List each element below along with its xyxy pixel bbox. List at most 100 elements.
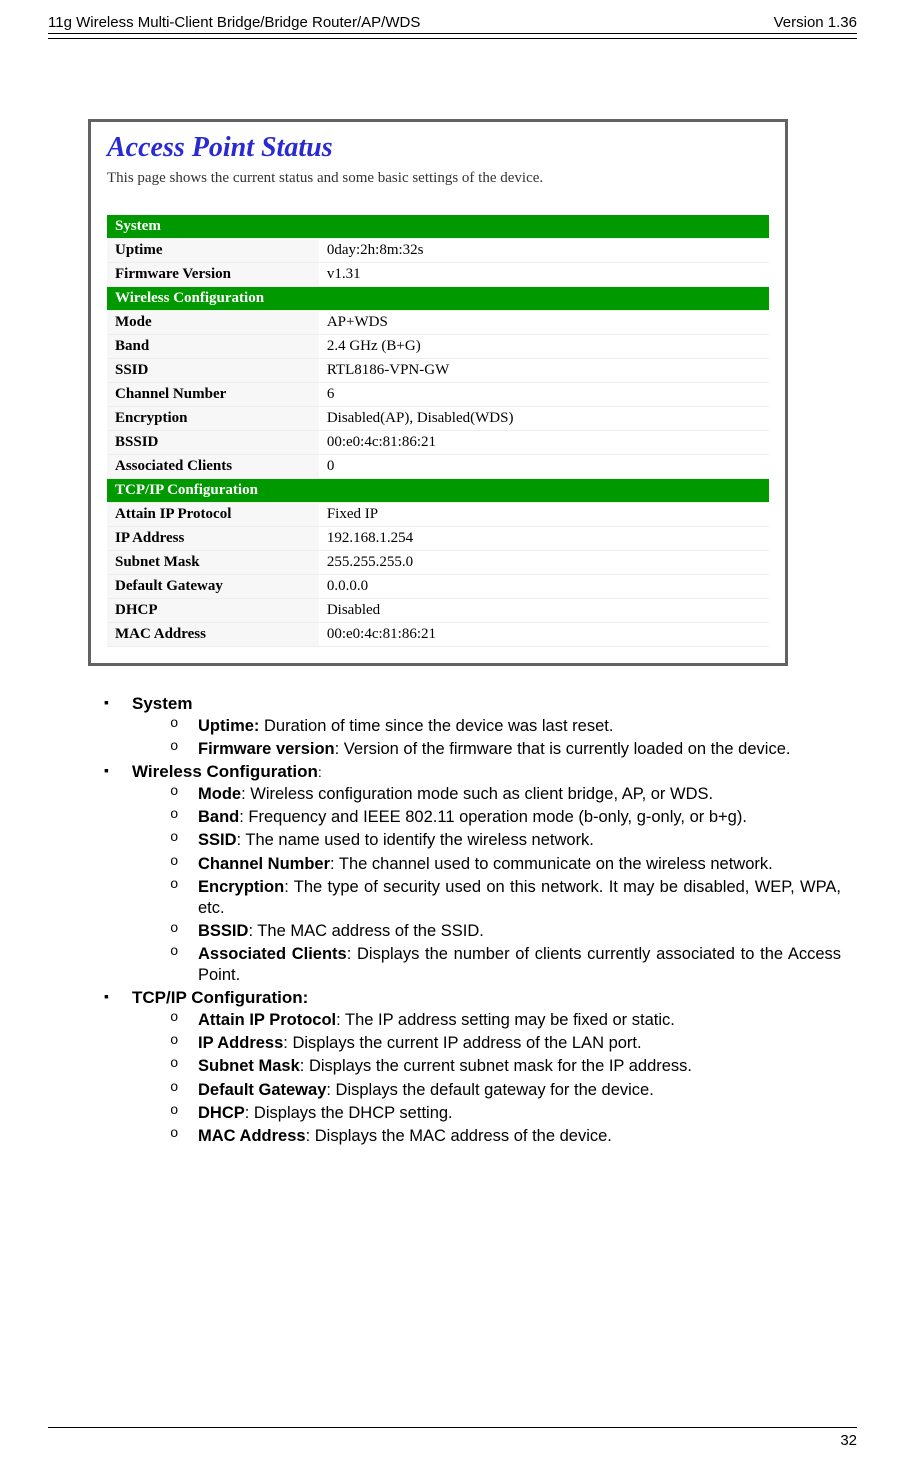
table-row: Subnet Mask255.255.255.0 — [107, 551, 769, 575]
page-number: 32 — [840, 1432, 857, 1449]
inner-bullet: MAC Address: Displays the MAC address of… — [170, 1126, 841, 1147]
row-value: 00:e0:4c:81:86:21 — [319, 431, 769, 455]
table-row: BSSID00:e0:4c:81:86:21 — [107, 431, 769, 455]
inner-bullet-term: Default Gateway — [198, 1081, 326, 1099]
header-left: 11g Wireless Multi-Client Bridge/Bridge … — [48, 14, 420, 31]
inner-bullet: Attain IP Protocol: The IP address setti… — [170, 1010, 841, 1031]
row-label: IP Address — [107, 527, 319, 551]
row-value: v1.31 — [319, 263, 769, 287]
row-value: 192.168.1.254 — [319, 527, 769, 551]
row-value: Disabled — [319, 599, 769, 623]
table-row: EncryptionDisabled(AP), Disabled(WDS) — [107, 407, 769, 431]
inner-bullet-term: Channel Number — [198, 855, 330, 873]
table-row: ModeAP+WDS — [107, 311, 769, 335]
status-table: SystemUptime0day:2h:8m:32sFirmware Versi… — [107, 215, 769, 647]
row-label: Associated Clients — [107, 455, 319, 479]
row-label: Band — [107, 335, 319, 359]
inner-bullet: Associated Clients: Displays the number … — [170, 944, 841, 986]
row-value: RTL8186-VPN-GW — [319, 359, 769, 383]
inner-bullet: Encryption: The type of security used on… — [170, 877, 841, 919]
document-page: 11g Wireless Multi-Client Bridge/Bridge … — [0, 0, 905, 1463]
inner-bullet-text: : The channel used to communicate on the… — [330, 855, 773, 873]
header-rule — [48, 38, 857, 39]
row-label: Default Gateway — [107, 575, 319, 599]
inner-bullet: Channel Number: The channel used to comm… — [170, 854, 841, 875]
row-value: 0 — [319, 455, 769, 479]
status-panel: Access Point Status This page shows the … — [88, 119, 788, 666]
inner-bullet-text: : Displays the DHCP setting. — [245, 1104, 453, 1122]
row-label: Encryption — [107, 407, 319, 431]
section-header-cell: System — [107, 215, 769, 239]
table-row: MAC Address00:e0:4c:81:86:21 — [107, 623, 769, 647]
inner-bullet-term: SSID — [198, 831, 237, 849]
outer-bullet-title: System — [132, 694, 192, 713]
row-value: 255.255.255.0 — [319, 551, 769, 575]
table-row: Band2.4 GHz (B+G) — [107, 335, 769, 359]
inner-bullet-text: : The name used to identify the wireless… — [237, 831, 594, 849]
outer-bullet: TCP/IP Configuration:Attain IP Protocol:… — [104, 988, 841, 1147]
inner-bullet-term: MAC Address — [198, 1127, 306, 1145]
table-row: Uptime0day:2h:8m:32s — [107, 239, 769, 263]
row-label: Attain IP Protocol — [107, 503, 319, 527]
inner-bullet-text: : Displays the current IP address of the… — [283, 1034, 641, 1052]
inner-bullet-text: : The type of security used on this netw… — [198, 878, 841, 917]
row-value: Disabled(AP), Disabled(WDS) — [319, 407, 769, 431]
row-label: SSID — [107, 359, 319, 383]
inner-bullet-term: Attain IP Protocol — [198, 1011, 336, 1029]
page-header: 11g Wireless Multi-Client Bridge/Bridge … — [48, 14, 857, 34]
table-row: Associated Clients0 — [107, 455, 769, 479]
description-list: System Uptime: Duration of time since the… — [48, 694, 857, 1147]
row-value: 6 — [319, 383, 769, 407]
inner-bullet: Band: Frequency and IEEE 802.11 operatio… — [170, 807, 841, 828]
table-row: Default Gateway0.0.0.0 — [107, 575, 769, 599]
inner-list: Attain IP Protocol: The IP address setti… — [132, 1010, 841, 1147]
row-value: AP+WDS — [319, 311, 769, 335]
table-row: DHCPDisabled — [107, 599, 769, 623]
inner-bullet-term: Encryption — [198, 878, 284, 896]
inner-bullet: Default Gateway: Displays the default ga… — [170, 1080, 841, 1101]
section-header-cell: TCP/IP Configuration — [107, 479, 769, 503]
inner-bullet: Firmware version: Version of the firmwar… — [170, 739, 841, 760]
table-row: Firmware Versionv1.31 — [107, 263, 769, 287]
row-label: DHCP — [107, 599, 319, 623]
panel-title: Access Point Status — [107, 132, 769, 164]
row-label: Channel Number — [107, 383, 319, 407]
inner-bullet: Subnet Mask: Displays the current subnet… — [170, 1056, 841, 1077]
section-header: TCP/IP Configuration — [107, 479, 769, 503]
inner-bullet-term: Subnet Mask — [198, 1057, 300, 1075]
inner-bullet: SSID: The name used to identify the wire… — [170, 830, 841, 851]
inner-bullet-text: : Displays the default gateway for the d… — [326, 1081, 653, 1099]
inner-bullet-text: : Frequency and IEEE 802.11 operation mo… — [239, 808, 747, 826]
inner-bullet: IP Address: Displays the current IP addr… — [170, 1033, 841, 1054]
inner-bullet-term: DHCP — [198, 1104, 245, 1122]
inner-bullet: DHCP: Displays the DHCP setting. — [170, 1103, 841, 1124]
row-value: Fixed IP — [319, 503, 769, 527]
outer-bullet: System Uptime: Duration of time since the… — [104, 694, 841, 760]
inner-bullet: BSSID: The MAC address of the SSID. — [170, 921, 841, 942]
panel-subtitle: This page shows the current status and s… — [107, 170, 769, 187]
inner-bullet-text: : The IP address setting may be fixed or… — [336, 1011, 675, 1029]
section-header-cell: Wireless Configuration — [107, 287, 769, 311]
table-row: Channel Number6 — [107, 383, 769, 407]
inner-bullet-term: Firmware version — [198, 740, 335, 758]
inner-bullet-term: Mode — [198, 785, 241, 803]
inner-bullet-term: Uptime: — [198, 717, 259, 735]
inner-bullet-text: : Displays the current subnet mask for t… — [300, 1057, 692, 1075]
row-value: 0.0.0.0 — [319, 575, 769, 599]
inner-bullet-text: : Version of the firmware that is curren… — [335, 740, 791, 758]
inner-list: Uptime: Duration of time since the devic… — [132, 716, 841, 760]
inner-bullet-text: : Displays the MAC address of the device… — [306, 1127, 612, 1145]
row-label: Mode — [107, 311, 319, 335]
page-footer: 32 — [48, 1427, 857, 1449]
row-value: 2.4 GHz (B+G) — [319, 335, 769, 359]
inner-bullet: Mode: Wireless configuration mode such a… — [170, 784, 841, 805]
section-header: Wireless Configuration — [107, 287, 769, 311]
row-value: 0day:2h:8m:32s — [319, 239, 769, 263]
inner-bullet-text: : Wireless configuration mode such as cl… — [241, 785, 713, 803]
table-row: SSIDRTL8186-VPN-GW — [107, 359, 769, 383]
row-label: Firmware Version — [107, 263, 319, 287]
inner-list: Mode: Wireless configuration mode such a… — [132, 784, 841, 986]
outer-bullet: Wireless Configuration:Mode: Wireless co… — [104, 762, 841, 986]
inner-bullet-term: IP Address — [198, 1034, 283, 1052]
row-value: 00:e0:4c:81:86:21 — [319, 623, 769, 647]
